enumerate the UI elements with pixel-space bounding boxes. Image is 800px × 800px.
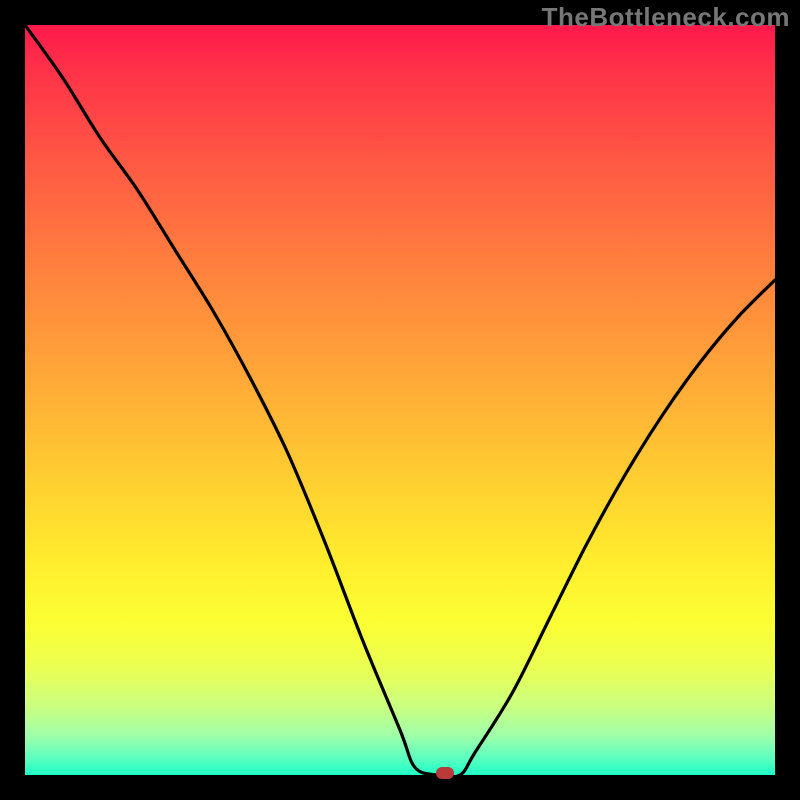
chart-stage: TheBottleneck.com (0, 0, 800, 800)
site-watermark: TheBottleneck.com (542, 2, 790, 33)
optimum-marker (436, 767, 454, 779)
bottleneck-curve-svg (25, 25, 775, 775)
plot-area (25, 25, 775, 775)
bottleneck-curve-path (25, 25, 775, 777)
